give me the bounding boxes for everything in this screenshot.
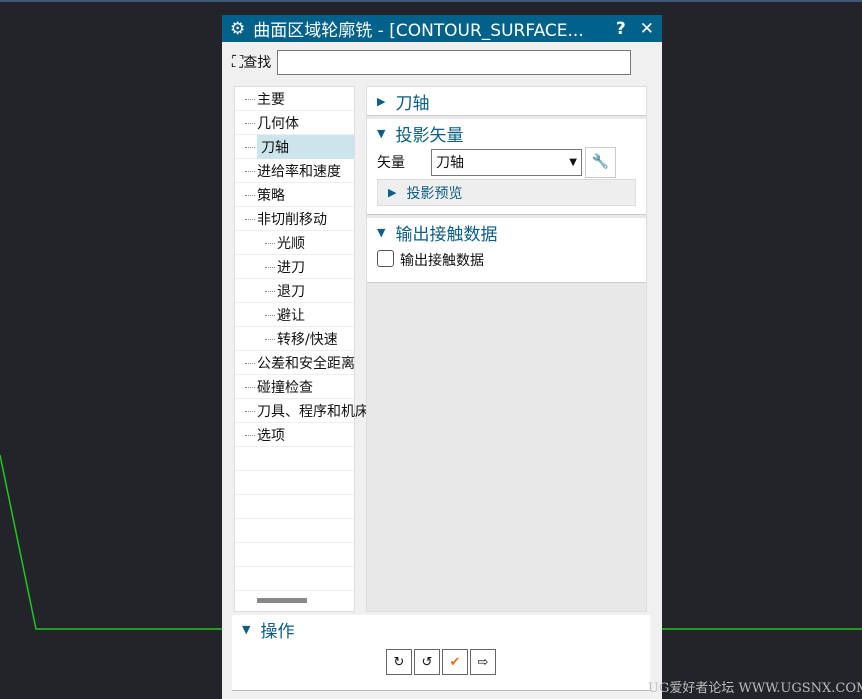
vector-label: 矢量 [377,155,405,171]
tree-item-label: 选项 [257,427,285,444]
empty-row [235,447,354,471]
tree-item-label: 退刀 [277,283,305,300]
tree-item[interactable]: 退刀 [235,279,354,303]
tree-item[interactable]: 刀具、程序和机床 [235,399,369,423]
tree-item[interactable]: 公差和安全距离 [235,351,355,375]
tree-item[interactable]: 主要 [235,87,354,111]
output-contact-checkbox[interactable] [377,250,394,267]
vector-dropdown[interactable]: 刀轴 ▼ [431,148,582,176]
tree-item-label: 进给率和速度 [257,163,341,180]
tree-item[interactable]: 进刀 [235,255,354,279]
collapse-icon: ▼ [377,126,386,140]
verify-icon[interactable]: ✔ [442,649,468,675]
tree-item[interactable]: 刀轴 [235,134,354,159]
tree-item-label: 策略 [257,187,285,204]
horizontal-scrollbar[interactable] [257,598,307,603]
empty-row [235,495,354,519]
close-button[interactable]: ✕ [640,19,654,39]
dialog-title: 曲面区域轮廓铣 - [CONTOUR_SURFACE... [253,21,584,41]
binoculars-icon: ⛶ [232,52,244,71]
tree-item[interactable]: 几何体 [235,111,354,135]
operations-section: ▼ 操作 ↻ ↺ ✔ ⇨ [232,615,650,691]
tree-item-label: 刀具、程序和机床 [257,403,369,420]
search-input[interactable] [277,49,632,75]
empty-row [235,567,354,591]
tree-item-label: 避让 [277,307,305,324]
section-projection-vector: ▼ 投影矢量 矢量 刀轴 ▼ 🔧 ▶ 投影预览 [367,119,646,215]
tree-item[interactable]: 进给率和速度 [235,159,354,183]
tree-item[interactable]: 光顺 [235,231,354,255]
tree-item[interactable]: 策略 [235,183,354,207]
section-header-operations[interactable]: ▼ 操作 [232,615,650,643]
expand-icon: ▶ [377,94,386,108]
search-bar: ⛶ 查找 [222,42,662,82]
search-label: 查找 [243,55,272,71]
section-tool-axis: ▶ 刀轴 [367,87,646,116]
tree-item-label: 非切削移动 [257,211,327,228]
vector-value: 刀轴 [436,155,464,171]
preview-label: 投影预览 [406,185,463,202]
tree-item-label: 主要 [257,91,285,108]
empty-row [235,519,354,543]
tree-item[interactable]: 避让 [235,303,354,327]
section-header-projection[interactable]: ▼ 投影矢量 [367,119,646,147]
gear-icon[interactable]: ⚙ [230,19,245,39]
tree-item-label: 转移/快速 [277,331,338,348]
tree-item[interactable]: 碰撞检查 [235,375,354,399]
wrench-icon[interactable]: 🔧 [585,146,616,178]
section-title: 投影矢量 [395,125,464,146]
dialog: ⚙ 曲面区域轮廓铣 - [CONTOUR_SURFACE... ? ✕ ⛶ 查找… [222,15,662,699]
tree-item-label: 刀轴 [257,134,354,159]
list-icon[interactable]: ⇨ [470,649,496,675]
collapse-icon: ▼ [242,622,251,636]
generate-icon[interactable]: ↻ [386,649,412,675]
tree-item-label: 公差和安全距离 [257,355,355,372]
tree-item[interactable]: 非切削移动 [235,207,354,231]
expand-icon: ▶ [388,186,397,199]
tree-item[interactable]: 选项 [235,423,354,447]
collapse-icon: ▼ [377,225,386,239]
section-title: 刀轴 [395,93,430,114]
section-header-tool-axis[interactable]: ▶ 刀轴 [367,87,646,115]
tree-item-label: 碰撞检查 [257,379,313,396]
settings-panel: ▶ 刀轴 ▼ 投影矢量 矢量 刀轴 ▼ 🔧 ▶ 投影预览 ▼ 输出接触数据 输出接触数据 [366,86,647,612]
nav-tree: 主要几何体刀轴进给率和速度 策略非切削移动光顺进刀退刀避让转移/快速公差和安全距离… [234,86,369,612]
replay-icon[interactable]: ↺ [414,649,440,675]
tree-item[interactable]: 转移/快速 [235,327,354,351]
title-bar[interactable]: ⚙ 曲面区域轮廓铣 - [CONTOUR_SURFACE... ? ✕ [222,15,662,42]
section-output-contact: ▼ 输出接触数据 输出接触数据 [367,218,646,283]
help-button[interactable]: ? [616,19,626,39]
watermark: UG爱好者论坛 WWW.UGSNX.COM [648,681,862,696]
empty-row [235,471,354,495]
section-title: 操作 [260,621,295,642]
checkbox-label: 输出接触数据 [400,253,484,269]
tree-item-label: 光顺 [277,235,305,252]
empty-row [235,543,354,567]
tree-item-label: 进刀 [277,259,305,276]
chevron-down-icon: ▼ [569,156,577,168]
section-header-output[interactable]: ▼ 输出接触数据 [367,218,646,246]
section-title: 输出接触数据 [395,224,498,245]
projection-preview[interactable]: ▶ 投影预览 [377,179,636,206]
tree-item-label: 几何体 [257,115,299,132]
